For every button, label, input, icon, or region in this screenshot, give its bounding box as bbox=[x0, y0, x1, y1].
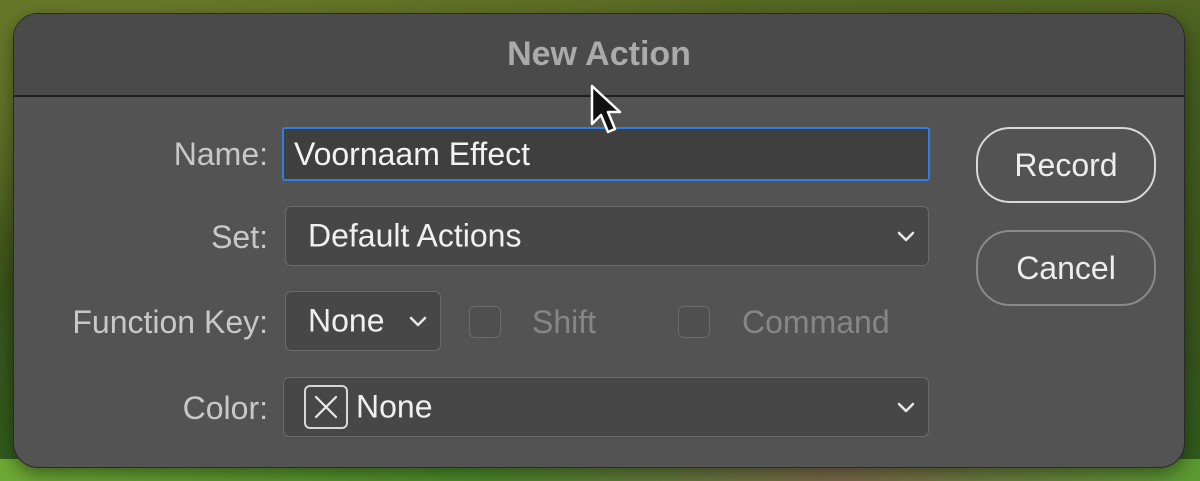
set-select[interactable]: Default Actions bbox=[285, 206, 929, 266]
color-none-swatch-icon bbox=[304, 385, 348, 429]
shift-label: Shift bbox=[532, 304, 597, 340]
function-key-select[interactable]: None bbox=[285, 291, 441, 351]
chevron-down-icon bbox=[897, 402, 915, 413]
set-select-value: Default Actions bbox=[308, 217, 522, 254]
color-select[interactable]: None bbox=[283, 377, 929, 437]
shift-checkbox[interactable] bbox=[469, 306, 501, 338]
command-label: Command bbox=[742, 304, 890, 340]
new-action-dialog: New Action Name: Set: Default Actions Fu… bbox=[14, 14, 1184, 467]
cancel-button[interactable]: Cancel bbox=[976, 230, 1156, 306]
command-checkbox[interactable] bbox=[678, 306, 710, 338]
record-button[interactable]: Record bbox=[976, 127, 1156, 203]
function-key-label: Function Key: bbox=[72, 304, 268, 340]
chevron-down-icon bbox=[897, 231, 915, 242]
set-label: Set: bbox=[211, 219, 268, 255]
color-select-value: None bbox=[356, 388, 433, 425]
function-key-value: None bbox=[308, 302, 385, 339]
dialog-title: New Action bbox=[507, 35, 691, 73]
color-label: Color: bbox=[182, 390, 268, 426]
chevron-down-icon bbox=[409, 316, 427, 327]
mouse-pointer-icon bbox=[590, 84, 622, 134]
name-label: Name: bbox=[173, 136, 268, 172]
